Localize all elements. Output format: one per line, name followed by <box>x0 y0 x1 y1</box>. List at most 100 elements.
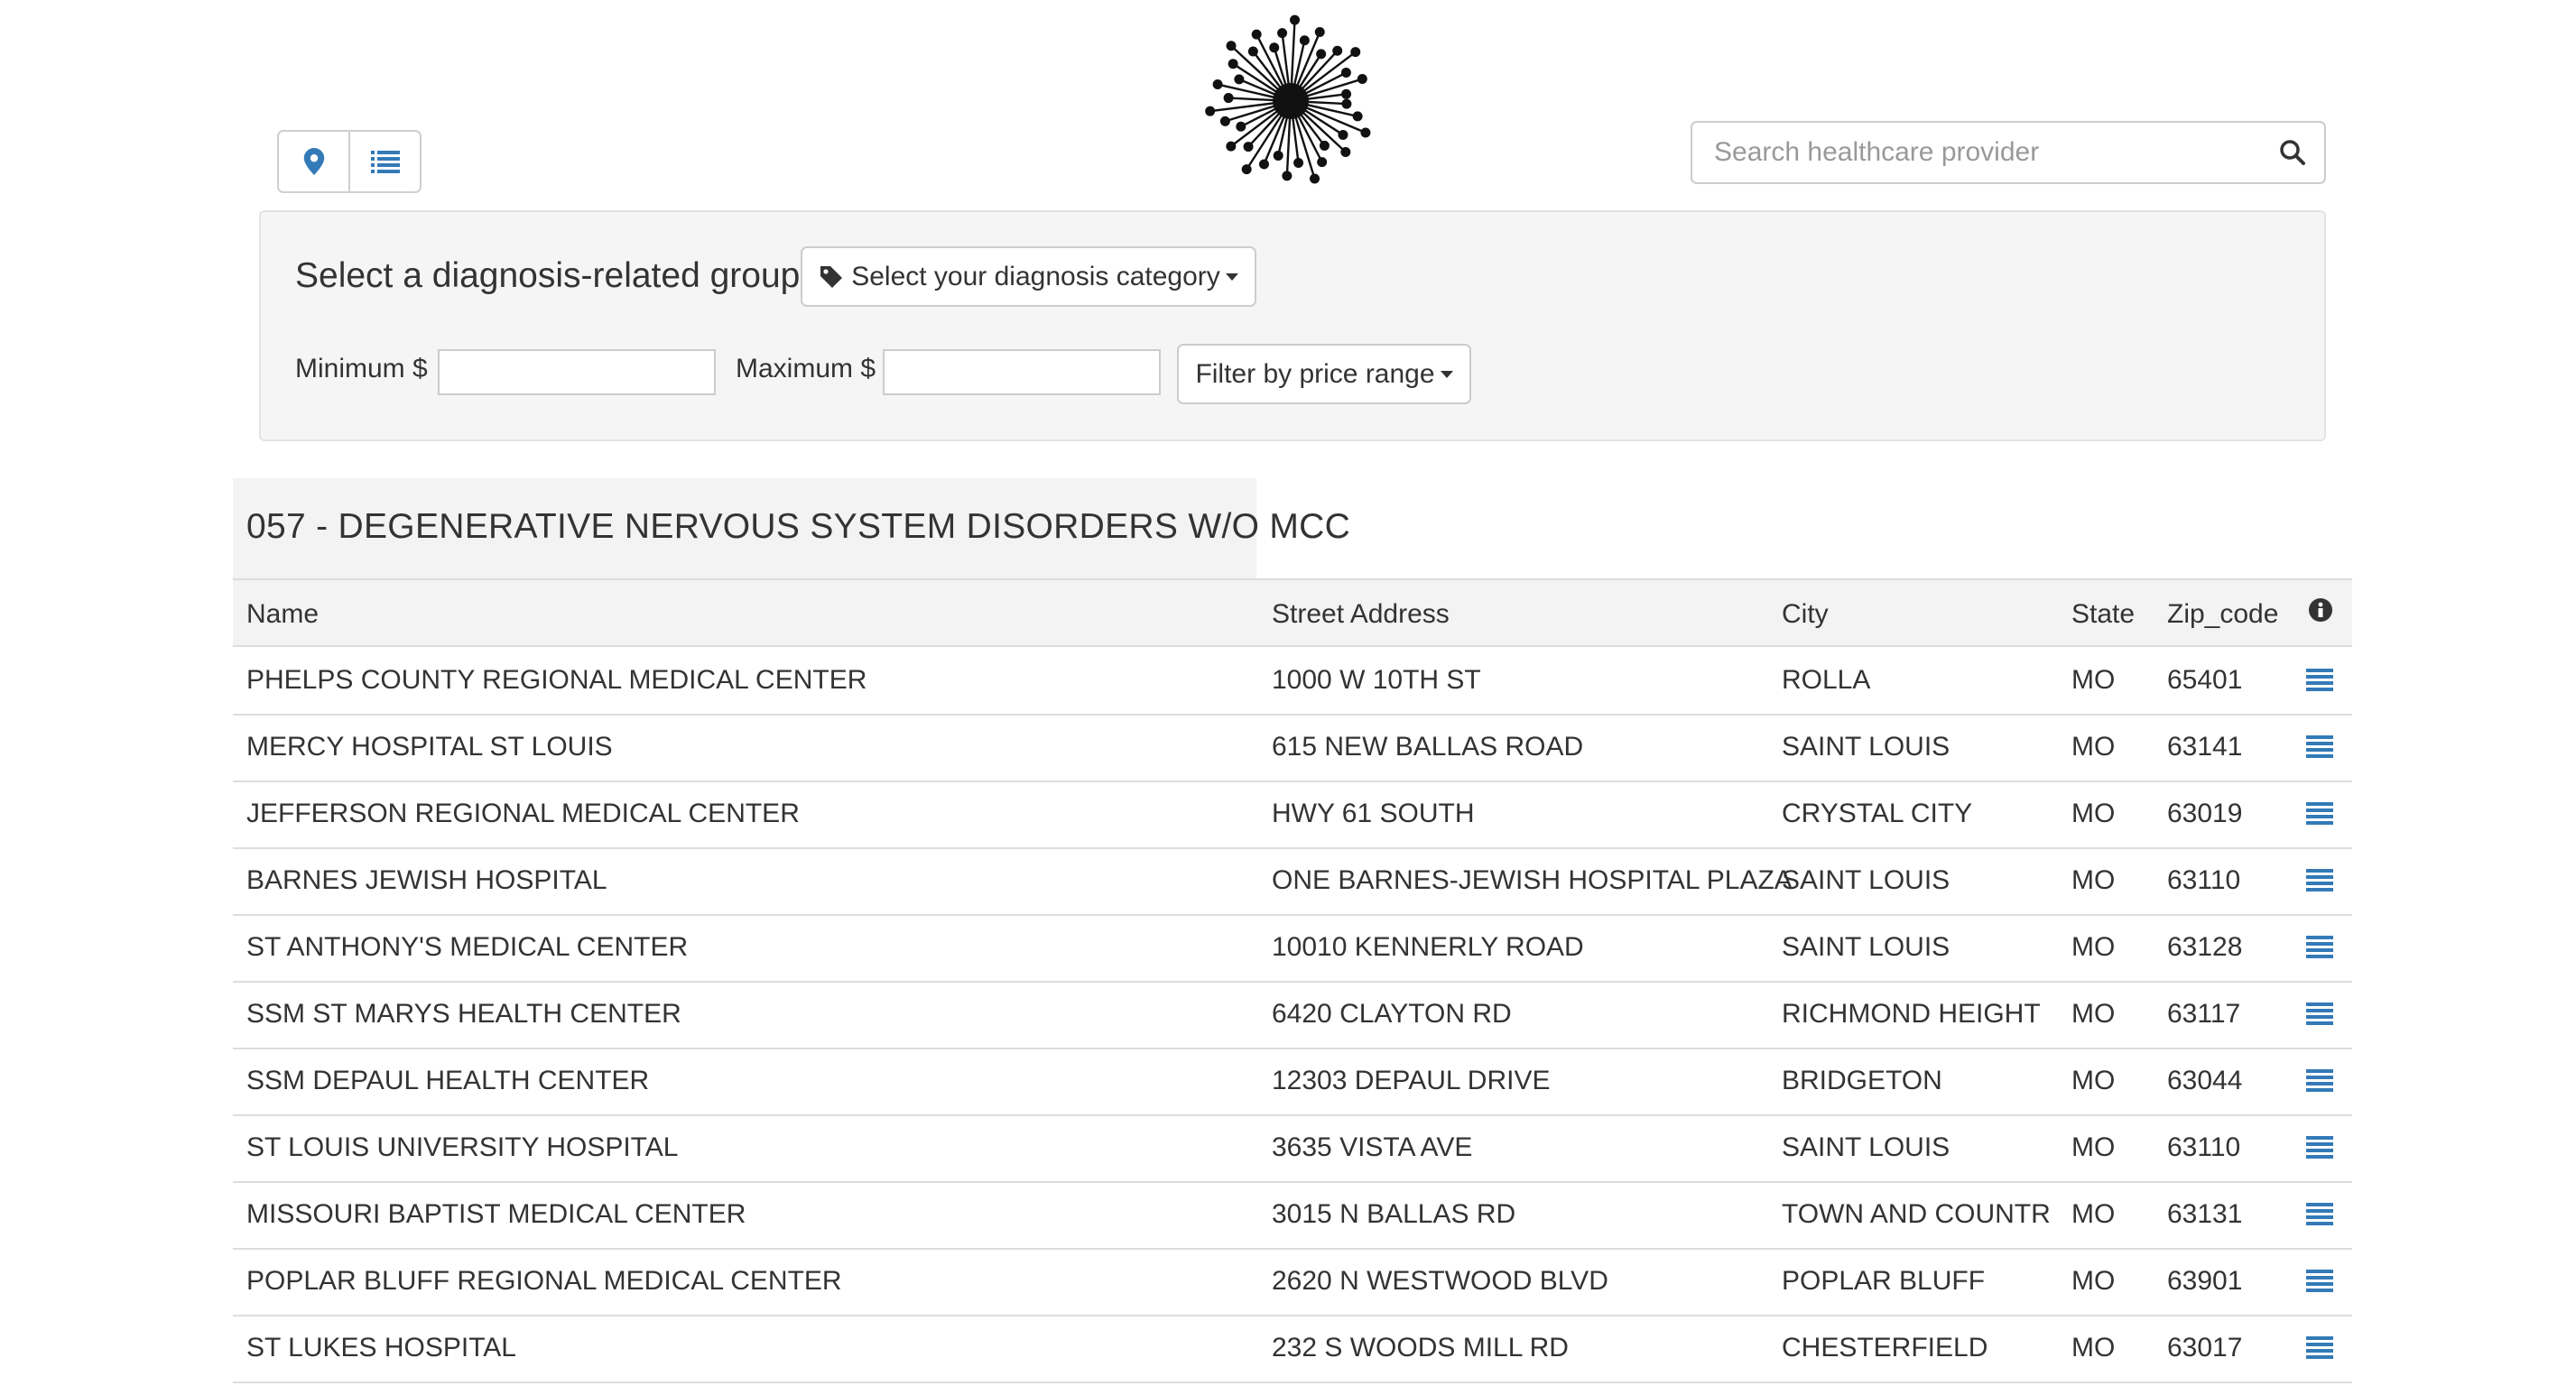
search-button[interactable] <box>2261 123 2324 182</box>
cell-name: MISSOURI BAPTIST MEDICAL CENTER <box>246 1199 746 1229</box>
col-city-header[interactable]: City <box>1782 599 1829 630</box>
table-row[interactable]: SSM ST MARYS HEALTH CENTER 6420 CLAYTON R… <box>233 981 2352 1049</box>
cell-state: MO <box>2071 732 2116 762</box>
cell-zip: 63019 <box>2167 799 2243 828</box>
cell-zip: 63017 <box>2167 1333 2243 1363</box>
map-view-button[interactable] <box>279 132 348 191</box>
cell-zip: 63128 <box>2167 932 2243 962</box>
table-row[interactable]: MISSOURI BAPTIST MEDICAL CENTER 3015 N BA… <box>233 1181 2352 1250</box>
list-view-button[interactable] <box>348 132 420 191</box>
table-row[interactable]: ST ANTHONY'S MEDICAL CENTER 10010 KENNERL… <box>233 914 2352 983</box>
details-list-icon[interactable] <box>2306 869 2333 892</box>
details-list-icon[interactable] <box>2306 802 2333 826</box>
col-address-header[interactable]: Street Address <box>1272 599 1450 630</box>
details-list-icon[interactable] <box>2306 735 2333 759</box>
table-row[interactable]: ST LUKES HOSPITAL 232 S WOODS MILL RD CHES… <box>233 1315 2352 1383</box>
cell-city: CRYSTAL CITY <box>1782 799 1973 828</box>
starburst-logo <box>1205 14 1371 184</box>
cell-name: POPLAR BLUFF REGIONAL MEDICAL CENTER <box>246 1266 842 1296</box>
search-input[interactable] <box>1692 137 2261 168</box>
cell-state: MO <box>2071 999 2116 1029</box>
cell-address: 615 NEW BALLAS ROAD <box>1272 732 1584 762</box>
cell-address: ONE BARNES-JEWISH HOSPITAL PLAZA <box>1272 865 1793 895</box>
cell-city: CHESTERFIELD <box>1782 1333 1988 1363</box>
map-marker-icon <box>303 148 324 175</box>
cell-zip: 63901 <box>2167 1266 2243 1296</box>
details-list-icon[interactable] <box>2306 1270 2333 1293</box>
cell-state: MO <box>2071 932 2116 962</box>
cell-state: MO <box>2071 1066 2116 1095</box>
details-list-icon[interactable] <box>2306 1203 2333 1226</box>
cell-name: ST ANTHONY'S MEDICAL CENTER <box>246 932 689 962</box>
cell-address: 12303 DEPAUL DRIVE <box>1272 1066 1551 1095</box>
cell-name: JEFFERSON REGIONAL MEDICAL CENTER <box>246 799 800 828</box>
cell-address: 232 S WOODS MILL RD <box>1272 1333 1569 1363</box>
price-range-filter-button[interactable]: Filter by price range <box>1177 344 1471 404</box>
cell-zip: 63110 <box>2167 1132 2241 1162</box>
cell-city: SAINT LOUIS <box>1782 732 1951 762</box>
minimum-label: Minimum $ <box>295 354 428 383</box>
table-row[interactable]: MERCY HOSPITAL ST LOUIS 615 NEW BALLAS RO… <box>233 714 2352 782</box>
cell-state: MO <box>2071 1266 2116 1296</box>
cell-address: 1000 W 10TH ST <box>1272 665 1481 695</box>
col-name-header[interactable]: Name <box>246 599 319 630</box>
diagnosis-category-dropdown[interactable]: Select your diagnosis category <box>801 246 1256 307</box>
cell-city: SAINT LOUIS <box>1782 932 1951 962</box>
tag-icon <box>820 265 843 288</box>
cell-state: MO <box>2071 1132 2116 1162</box>
maximum-label: Maximum $ <box>736 354 876 383</box>
details-list-icon[interactable] <box>2306 1069 2333 1093</box>
cell-city: SAINT LOUIS <box>1782 865 1951 895</box>
cell-name: SSM DEPAUL HEALTH CENTER <box>246 1066 650 1095</box>
cell-city: ROLLA <box>1782 665 1871 695</box>
cell-city: SAINT LOUIS <box>1782 1132 1951 1162</box>
cell-address: HWY 61 SOUTH <box>1272 799 1475 828</box>
cell-address: 6420 CLAYTON RD <box>1272 999 1512 1029</box>
col-state-header[interactable]: State <box>2071 599 2135 630</box>
search-icon <box>2280 140 2305 165</box>
view-toggle <box>277 130 422 193</box>
table-row[interactable]: ST LOUIS UNIVERSITY HOSPITAL 3635 VISTA A… <box>233 1114 2352 1183</box>
drg-label: Select a diagnosis-related group <box>295 256 801 295</box>
details-list-icon[interactable] <box>2306 1002 2333 1026</box>
details-list-icon[interactable] <box>2306 1336 2333 1360</box>
details-list-icon[interactable] <box>2306 936 2333 959</box>
cell-name: MERCY HOSPITAL ST LOUIS <box>246 732 613 762</box>
cell-zip: 65401 <box>2167 665 2243 695</box>
cell-name: ST LUKES HOSPITAL <box>246 1333 516 1363</box>
cell-name: PHELPS COUNTY REGIONAL MEDICAL CENTER <box>246 665 867 695</box>
cell-state: MO <box>2071 665 2116 695</box>
cell-city: POPLAR BLUFF <box>1782 1266 1986 1296</box>
diagnosis-category-label: Select your diagnosis category <box>851 261 1220 291</box>
cell-zip: 63117 <box>2167 999 2241 1029</box>
cell-zip: 63131 <box>2167 1199 2243 1229</box>
cell-name: BARNES JEWISH HOSPITAL <box>246 865 607 895</box>
details-list-icon[interactable] <box>2306 1136 2333 1159</box>
cell-zip: 63110 <box>2167 865 2241 895</box>
cell-name: ST LOUIS UNIVERSITY HOSPITAL <box>246 1132 679 1162</box>
table-row[interactable]: POPLAR BLUFF REGIONAL MEDICAL CENTER 2620… <box>233 1248 2352 1316</box>
cell-state: MO <box>2071 1333 2116 1363</box>
cell-zip: 63044 <box>2167 1066 2243 1095</box>
cell-zip: 63141 <box>2167 732 2243 762</box>
cell-address: 3015 N BALLAS RD <box>1272 1199 1516 1229</box>
price-range-label: Filter by price range <box>1195 358 1435 389</box>
minimum-price-input[interactable] <box>438 349 716 395</box>
filter-panel <box>259 210 2326 441</box>
cell-name: SSM ST MARYS HEALTH CENTER <box>246 999 681 1029</box>
cell-address: 10010 KENNERLY ROAD <box>1272 932 1584 962</box>
maximum-price-input[interactable] <box>883 349 1161 395</box>
info-icon[interactable] <box>2308 597 2333 623</box>
table-row[interactable]: SSM DEPAUL HEALTH CENTER 12303 DEPAUL DRI… <box>233 1048 2352 1116</box>
table-row[interactable]: PHELPS COUNTY REGIONAL MEDICAL CENTER 100… <box>233 647 2352 716</box>
details-list-icon[interactable] <box>2306 669 2333 692</box>
cell-state: MO <box>2071 1199 2116 1229</box>
table-row[interactable]: JEFFERSON REGIONAL MEDICAL CENTER HWY 61 … <box>233 781 2352 849</box>
cell-address: 2620 N WESTWOOD BLVD <box>1272 1266 1608 1296</box>
table-row[interactable]: BARNES JEWISH HOSPITAL ONE BARNES-JEWISH … <box>233 847 2352 916</box>
drg-title: 057 - DEGENERATIVE NERVOUS SYSTEM DISORD… <box>246 507 1351 546</box>
col-zip-header[interactable]: Zip_code <box>2167 599 2278 630</box>
cell-state: MO <box>2071 865 2116 895</box>
caret-down-icon <box>1440 370 1453 378</box>
cell-address: 3635 VISTA AVE <box>1272 1132 1473 1162</box>
